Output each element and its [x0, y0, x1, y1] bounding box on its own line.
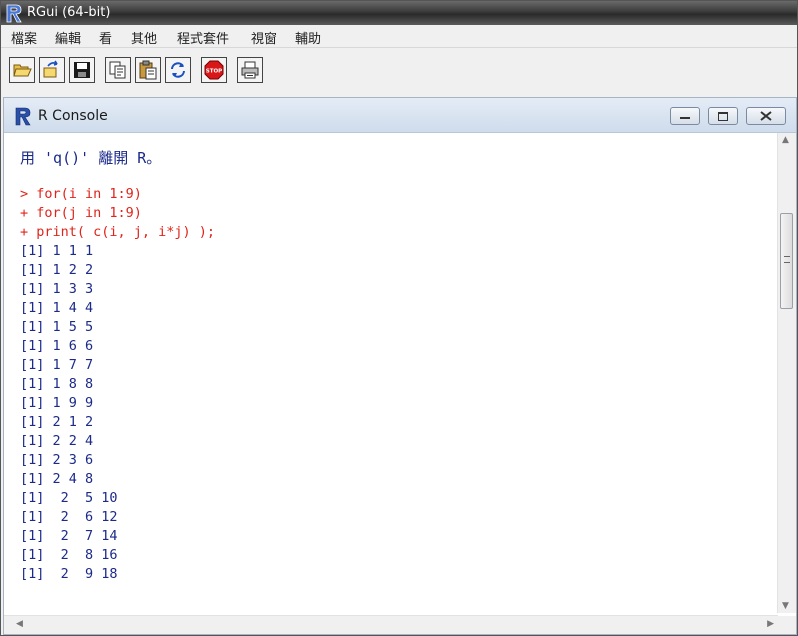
r-logo-icon [15, 107, 31, 126]
console-line: [1] 1 6 6 [20, 338, 94, 354]
scroll-up-arrow-icon[interactable]: ▲ [782, 135, 789, 145]
vertical-scroll-thumb[interactable] [780, 213, 793, 309]
save-workspace-button[interactable] [69, 57, 95, 83]
scroll-right-arrow-icon[interactable]: ▶ [767, 619, 774, 629]
console-line: [1] 2 6 12 [20, 509, 118, 525]
toolbar: STOP [1, 48, 797, 88]
minimize-button[interactable] [670, 107, 700, 125]
menu-file[interactable]: 檔案 [11, 28, 37, 47]
rgui-window: RGui (64-bit) 檔案 編輯 看 其他 程式套件 視窗 輔助 STOP… [0, 0, 798, 636]
horizontal-scrollbar[interactable]: ◀ ▶ [4, 615, 778, 634]
window-titlebar[interactable]: RGui (64-bit) [1, 1, 797, 25]
scroll-down-arrow-icon[interactable]: ▼ [782, 601, 789, 611]
maximize-button[interactable] [708, 107, 738, 125]
stop-button[interactable]: STOP [201, 57, 227, 83]
load-workspace-button[interactable] [39, 57, 65, 83]
console-titlebar[interactable]: R Console [4, 98, 796, 133]
console-line: [1] 2 1 2 [20, 414, 94, 430]
console-output[interactable]: 用 'q()' 離開 R。 > for(i in 1:9) + for(j in… [4, 133, 764, 611]
console-line: [1] 2 2 4 [20, 433, 94, 449]
console-line: [1] 1 3 3 [20, 281, 94, 297]
scrollbar-corner [778, 616, 796, 634]
console-line: [1] 1 5 5 [20, 319, 94, 335]
console-line: + for(j in 1:9) [20, 205, 142, 221]
stop-icon: STOP [204, 60, 224, 80]
grip-icon [784, 256, 790, 263]
copy-button[interactable] [105, 57, 131, 83]
console-line: [1] 2 9 18 [20, 566, 118, 582]
console-line: [1] 1 9 9 [20, 395, 94, 411]
console-line: [1] 1 2 2 [20, 262, 94, 278]
console-line: [1] 1 4 4 [20, 300, 94, 316]
r-console-window: R Console 用 'q()' 離開 R。 > for(i in 1:9) … [3, 97, 797, 635]
refresh-icon [171, 62, 185, 78]
print-button[interactable] [237, 57, 263, 83]
console-line: 用 'q()' 離開 R。 [20, 149, 162, 167]
open-script-button[interactable] [9, 57, 35, 83]
menu-help[interactable]: 輔助 [295, 28, 321, 47]
r-logo-icon [6, 4, 22, 23]
refresh-button[interactable] [165, 57, 191, 83]
load-workspace-icon [43, 60, 58, 78]
window-title: RGui (64-bit) [27, 5, 111, 20]
copy-icon [109, 61, 126, 79]
stop-label: STOP [206, 69, 222, 75]
close-button[interactable] [746, 107, 786, 125]
menu-packages[interactable]: 程式套件 [177, 28, 229, 47]
console-line: [1] 2 5 10 [20, 490, 118, 506]
console-line: [1] 2 4 8 [20, 471, 94, 487]
console-line: [1] 2 8 16 [20, 547, 118, 563]
menu-windows[interactable]: 視窗 [251, 28, 277, 47]
console-line: [1] 1 1 1 [20, 243, 94, 259]
menu-bar: 檔案 編輯 看 其他 程式套件 視窗 輔助 [1, 25, 797, 48]
close-icon [760, 111, 772, 121]
paste-button[interactable] [135, 57, 161, 83]
console-title: R Console [38, 108, 108, 124]
menu-misc[interactable]: 其他 [131, 28, 157, 47]
minimize-icon [680, 117, 690, 119]
console-line: [1] 1 7 7 [20, 357, 94, 373]
console-line: + print( c(i, j, i*j) ); [20, 224, 216, 240]
menu-edit[interactable]: 編輯 [55, 28, 81, 47]
console-line: [1] 2 3 6 [20, 452, 94, 468]
console-line: [1] 1 8 8 [20, 376, 94, 392]
console-line: [1] 2 7 14 [20, 528, 118, 544]
paste-icon [139, 60, 157, 80]
open-folder-icon [13, 64, 32, 77]
console-line: > for(i in 1:9) [20, 186, 142, 202]
print-icon [241, 61, 259, 79]
save-icon [74, 62, 90, 78]
maximize-icon [718, 112, 728, 121]
menu-view[interactable]: 看 [99, 28, 112, 47]
vertical-scrollbar[interactable]: ▲ ▼ [777, 133, 796, 613]
scroll-left-arrow-icon[interactable]: ◀ [16, 619, 23, 629]
